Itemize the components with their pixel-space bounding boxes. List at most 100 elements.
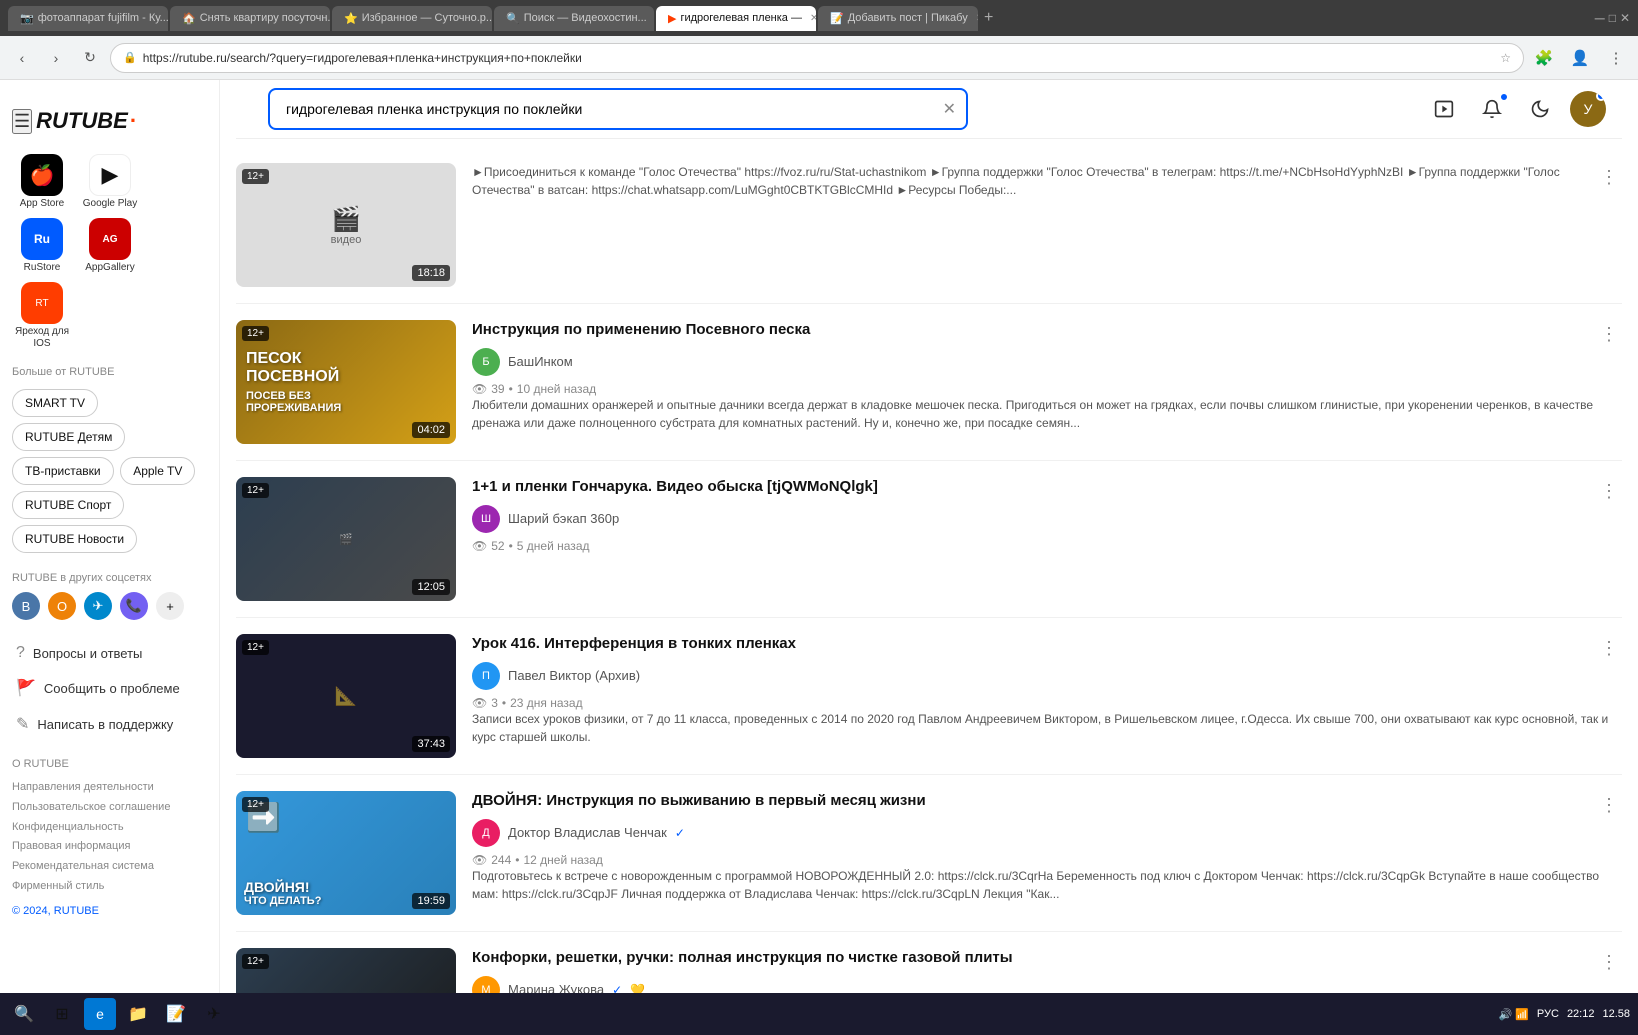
pill-rutube-kids[interactable]: RUTUBE Детям (12, 423, 125, 451)
app-store-rustore[interactable]: Ru RuStore (12, 218, 72, 274)
tab-3[interactable]: ⭐ Избранное — Суточно.р... ✕ (332, 6, 492, 31)
report-item[interactable]: 🚩 Сообщить о проблеме (12, 670, 207, 706)
user-avatar[interactable]: У (1570, 91, 1606, 127)
vk-icon[interactable]: В (12, 592, 40, 620)
views-count-3: 3 (491, 696, 498, 710)
video-thumb-0[interactable]: 🎬 видео 12+ 18:18 (236, 163, 456, 287)
refresh-button[interactable]: ↻ (76, 44, 104, 72)
pill-tv-boxes[interactable]: ТВ-приставки (12, 457, 114, 485)
tab-6-close[interactable]: ✕ (976, 13, 978, 24)
time-ago-4: 12 дней назад (523, 853, 602, 867)
pill-rutube-sport[interactable]: RUTUBE Спорт (12, 491, 124, 519)
pill-rutube-news[interactable]: RUTUBE Новости (12, 525, 137, 553)
taskbar-time: 22:12 (1567, 1008, 1595, 1020)
video-title-4[interactable]: ДВОЙНЯ: Инструкция по выживанию в первый… (472, 791, 1622, 811)
menu-icon[interactable]: ⋮ (1602, 44, 1630, 72)
tab-5[interactable]: ▶ гидрогелевая пленка — ✕ (656, 6, 816, 31)
close-window-button[interactable]: ✕ (1620, 11, 1630, 25)
tab-5-close[interactable]: ✕ (810, 13, 816, 24)
more-social-icon[interactable]: + (156, 592, 184, 620)
search-taskbar[interactable]: 🔍 (8, 998, 40, 1030)
footer-links: Направления деятельности Пользовательско… (12, 778, 207, 897)
word-taskbar[interactable]: 📝 (160, 998, 192, 1030)
edge-taskbar[interactable]: e (84, 998, 116, 1030)
stats-row-2: 👁 52 • 5 дней назад (472, 539, 1622, 553)
video-title-2[interactable]: 1+1 и пленки Гончарука. Видео обыска [tj… (472, 477, 1622, 497)
url-bar[interactable]: 🔒 https://rutube.ru/search/?query=гидрог… (110, 43, 1524, 73)
profile-icon[interactable]: 👤 (1566, 44, 1594, 72)
video-meta-3: Урок 416. Интерференция в тонких пленках… (472, 634, 1622, 758)
app-store-google[interactable]: ▶ Google Play (80, 154, 140, 210)
more-options-1[interactable]: ⋮ (1596, 320, 1622, 349)
eye-icon-3: 👁 (472, 696, 487, 710)
support-item[interactable]: ✎ Написать в поддержку (12, 706, 207, 742)
write-icon: ✎ (16, 714, 29, 734)
time-ago-2: 5 дней назад (517, 539, 590, 553)
user-agreement-link[interactable]: Пользовательское соглашение (12, 801, 170, 813)
app-store-appgallery[interactable]: AG AppGallery (80, 218, 140, 274)
tab-4[interactable]: 🔍 Поиск — Видеохостин... ✕ (494, 6, 654, 31)
more-options-4[interactable]: ⋮ (1596, 791, 1622, 820)
tab-6[interactable]: 📝 Добавить пост | Пикабу ✕ (818, 6, 978, 31)
forward-button[interactable]: › (42, 44, 70, 72)
telegram-icon[interactable]: ✈ (84, 592, 112, 620)
directions-link[interactable]: Направления деятельности (12, 781, 154, 793)
video-title-1[interactable]: Инструкция по применению Посевного песка (472, 320, 1622, 340)
theme-toggle[interactable] (1522, 91, 1558, 127)
eye-icon-2: 👁 (472, 539, 487, 553)
ok-icon[interactable]: О (48, 592, 76, 620)
video-desc-4: Подготовьтесь к встрече с новорожденным … (472, 867, 1622, 903)
stats-row-4: 👁 244 • 12 дней назад (472, 853, 1622, 867)
hamburger-menu[interactable]: ☰ (12, 109, 32, 134)
file-explorer-taskbar[interactable]: 📁 (122, 998, 154, 1030)
privacy-link[interactable]: Конфиденциальность (12, 821, 124, 833)
search-wrapper: ✕ (268, 88, 968, 130)
search-input[interactable] (268, 88, 968, 130)
channel-row-1: Б БашИнком (472, 348, 1622, 376)
brand-link[interactable]: Фирменный стиль (12, 880, 104, 892)
video-thumb-3[interactable]: 📐 12+ 37:43 (236, 634, 456, 758)
app-store-apple[interactable]: 🍎 App Store (12, 154, 72, 210)
channel-name-3[interactable]: Павел Виктор (Архив) (508, 668, 640, 683)
channel-name-2[interactable]: Шарий бэкап 360р (508, 511, 619, 526)
new-tab-button[interactable]: + (984, 9, 993, 27)
video-list: 🎬 видео 12+ 18:18 ►Присоединиться к кома… (236, 139, 1622, 1035)
channel-name-4[interactable]: Доктор Владислав Ченчак (508, 825, 667, 840)
more-options-3[interactable]: ⋮ (1596, 634, 1622, 663)
notifications-icon[interactable] (1474, 91, 1510, 127)
viber-icon[interactable]: 📞 (120, 592, 148, 620)
more-options-0[interactable]: ⋮ (1596, 163, 1622, 192)
more-options-2[interactable]: ⋮ (1596, 477, 1622, 506)
pill-smart-tv[interactable]: SMART TV (12, 389, 98, 417)
back-button[interactable]: ‹ (8, 44, 36, 72)
video-thumb-1[interactable]: ПЕСОКПОСЕВНОЙ ПОСЕВ БЕЗПРОРЕЖИВАНИЯ 12+ … (236, 320, 456, 444)
telegram-taskbar[interactable]: ✈ (198, 998, 230, 1030)
recommendation-link[interactable]: Рекомендательная система (12, 860, 154, 872)
video-thumb-4[interactable]: ДВОЙНЯ! ЧТО ДЕЛАТЬ? ➡️ 12+ 19:59 (236, 791, 456, 915)
minimize-button[interactable]: ─ (1595, 10, 1605, 26)
video-title-5[interactable]: Конфорки, решетки, ручки: полная инструк… (472, 948, 1622, 968)
upload-icon[interactable] (1426, 91, 1462, 127)
legal-link[interactable]: Правовая информация (12, 840, 130, 852)
taskview-taskbar[interactable]: ⊞ (46, 998, 78, 1030)
tab-2[interactable]: 🏠 Снять квартиру посуточн... ✕ (170, 6, 330, 31)
channel-name-1[interactable]: БашИнком (508, 354, 573, 369)
video-item-4: ДВОЙНЯ! ЧТО ДЕЛАТЬ? ➡️ 12+ 19:59 ДВОЙНЯ:… (236, 775, 1622, 932)
age-badge-3: 12+ (242, 640, 269, 655)
logo[interactable]: RUTUBE· (36, 108, 137, 134)
tab-1[interactable]: 📷 фотоаппарат fujifilm - Ку... ✕ (8, 6, 168, 31)
faq-item[interactable]: ? Вопросы и ответы (12, 636, 207, 670)
pill-apple-tv[interactable]: Apple TV (120, 457, 195, 485)
restore-button[interactable]: □ (1609, 11, 1616, 25)
age-badge-5: 12+ (242, 954, 269, 969)
app-rutube-ios[interactable]: RT Яреход для IOS (12, 282, 72, 350)
search-clear-button[interactable]: ✕ (943, 99, 956, 119)
more-options-5[interactable]: ⋮ (1596, 948, 1622, 977)
bookmark-icon[interactable]: ☆ (1500, 51, 1511, 65)
video-thumb-2[interactable]: 🎬 12+ 12:05 (236, 477, 456, 601)
notification-badge (1500, 93, 1508, 101)
video-title-3[interactable]: Урок 416. Интерференция в тонких пленках (472, 634, 1622, 654)
nav-section: ? Вопросы и ответы 🚩 Сообщить о проблеме… (12, 636, 207, 742)
extensions-icon[interactable]: 🧩 (1530, 44, 1558, 72)
avatar-notification (1596, 91, 1606, 101)
